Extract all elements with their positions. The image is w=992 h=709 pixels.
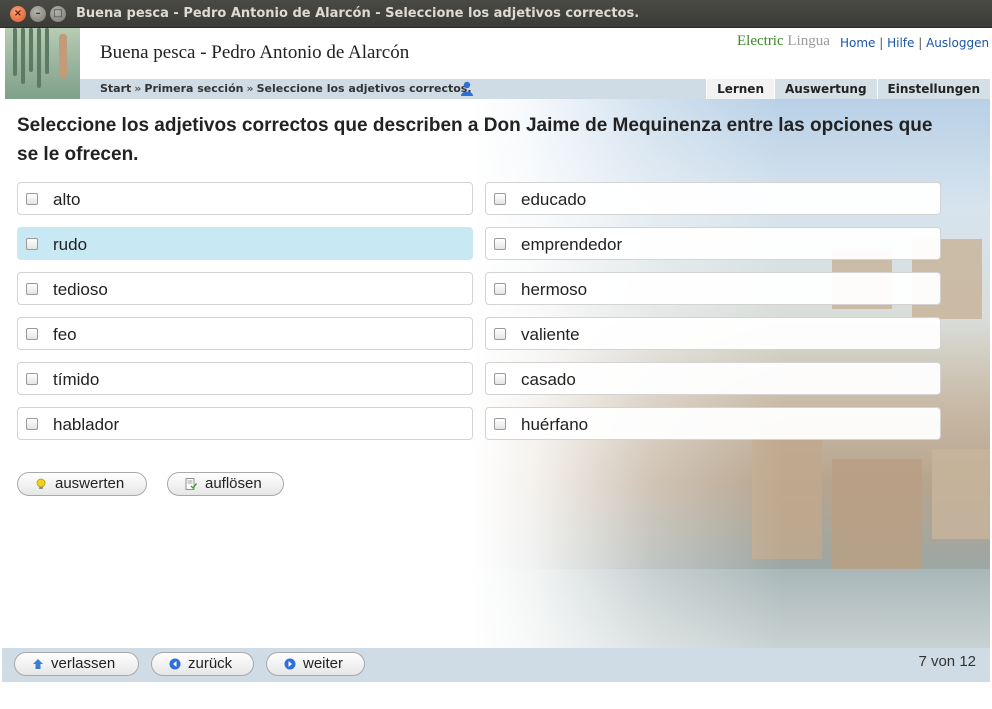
option-valiente[interactable]: valiente — [485, 317, 941, 350]
back-button[interactable]: zurück — [151, 652, 254, 676]
home-link[interactable]: Home — [840, 36, 875, 50]
evaluate-button[interactable]: auswerten — [17, 472, 147, 496]
checkbox[interactable] — [494, 283, 506, 295]
tab-einstellungen[interactable]: Einstellungen — [876, 79, 990, 99]
app-frame: Buena pesca - Pedro Antonio de Alarcón E… — [2, 28, 990, 707]
header: Buena pesca - Pedro Antonio de Alarcón E… — [2, 28, 990, 80]
checkbox[interactable] — [26, 328, 38, 340]
book-title: Buena pesca - Pedro Antonio de Alarcón — [100, 42, 410, 63]
option-rudo[interactable]: rudo — [17, 227, 473, 260]
checkbox[interactable] — [494, 328, 506, 340]
option-tedioso[interactable]: tedioso — [17, 272, 473, 305]
arrow-right-icon — [284, 658, 296, 670]
window-title: Buena pesca - Pedro Antonio de Alarcón -… — [76, 6, 640, 21]
option-timido[interactable]: tímido — [17, 362, 473, 395]
option-hablador[interactable]: hablador — [17, 407, 473, 440]
help-link[interactable]: Hilfe — [887, 36, 914, 50]
checkbox[interactable] — [494, 373, 506, 385]
page-counter: 7 von 12 — [918, 653, 976, 670]
book-cover-thumbnail — [5, 28, 80, 99]
breadcrumb-section[interactable]: Primera sección — [144, 82, 243, 95]
option-huerfano[interactable]: huérfano — [485, 407, 941, 440]
question-text: Seleccione los adjetivos correctos que d… — [17, 115, 933, 165]
checkbox[interactable] — [26, 418, 38, 430]
close-icon[interactable]: × — [10, 6, 26, 22]
checkbox[interactable] — [26, 283, 38, 295]
tab-bar: Lernen Auswertung Einstellungen — [706, 79, 990, 99]
tab-lernen[interactable]: Lernen — [706, 79, 774, 99]
arrow-left-icon — [169, 658, 181, 670]
option-alto[interactable]: alto — [17, 182, 473, 215]
breadcrumb-start[interactable]: Start — [100, 82, 131, 95]
home-arrow-icon — [33, 659, 43, 669]
window-titlebar: × – □ Buena pesca - Pedro Antonio de Ala… — [0, 0, 992, 28]
breadcrumb: Start» Primera sección» Seleccione los adj… — [100, 82, 472, 95]
checkbox[interactable] — [26, 238, 38, 250]
lightbulb-icon — [36, 478, 46, 489]
option-educado[interactable]: educado — [485, 182, 941, 215]
solve-button[interactable]: auflösen — [167, 472, 284, 496]
logout-link[interactable]: Ausloggen — [926, 36, 989, 50]
option-hermoso[interactable]: hermoso — [485, 272, 941, 305]
footer-bar: verlassen zurück weiter 7 von 12 — [2, 648, 990, 682]
next-button[interactable]: weiter — [266, 652, 365, 676]
user-icon[interactable] — [460, 81, 474, 97]
option-casado[interactable]: casado — [485, 362, 941, 395]
brand-logo: Electric Lingua — [737, 33, 830, 49]
top-links: Home | Hilfe | Ausloggen — [840, 36, 990, 50]
checkbox[interactable] — [26, 373, 38, 385]
checkbox[interactable] — [494, 238, 506, 250]
breadcrumb-bar: Start» Primera sección» Seleccione los adj… — [80, 79, 990, 99]
option-emprendedor[interactable]: emprendedor — [485, 227, 941, 260]
maximize-icon[interactable]: □ — [50, 6, 66, 22]
tab-auswertung[interactable]: Auswertung — [774, 79, 877, 99]
document-check-icon — [185, 478, 197, 490]
exercise-area: Seleccione los adjetivos correctos que d… — [2, 99, 990, 648]
checkbox[interactable] — [26, 193, 38, 205]
option-feo[interactable]: feo — [17, 317, 473, 350]
checkbox[interactable] — [494, 418, 506, 430]
leave-button[interactable]: verlassen — [14, 652, 139, 676]
minimize-icon[interactable]: – — [30, 6, 46, 22]
breadcrumb-current: Seleccione los adjetivos correctos. — [256, 82, 472, 95]
checkbox[interactable] — [494, 193, 506, 205]
